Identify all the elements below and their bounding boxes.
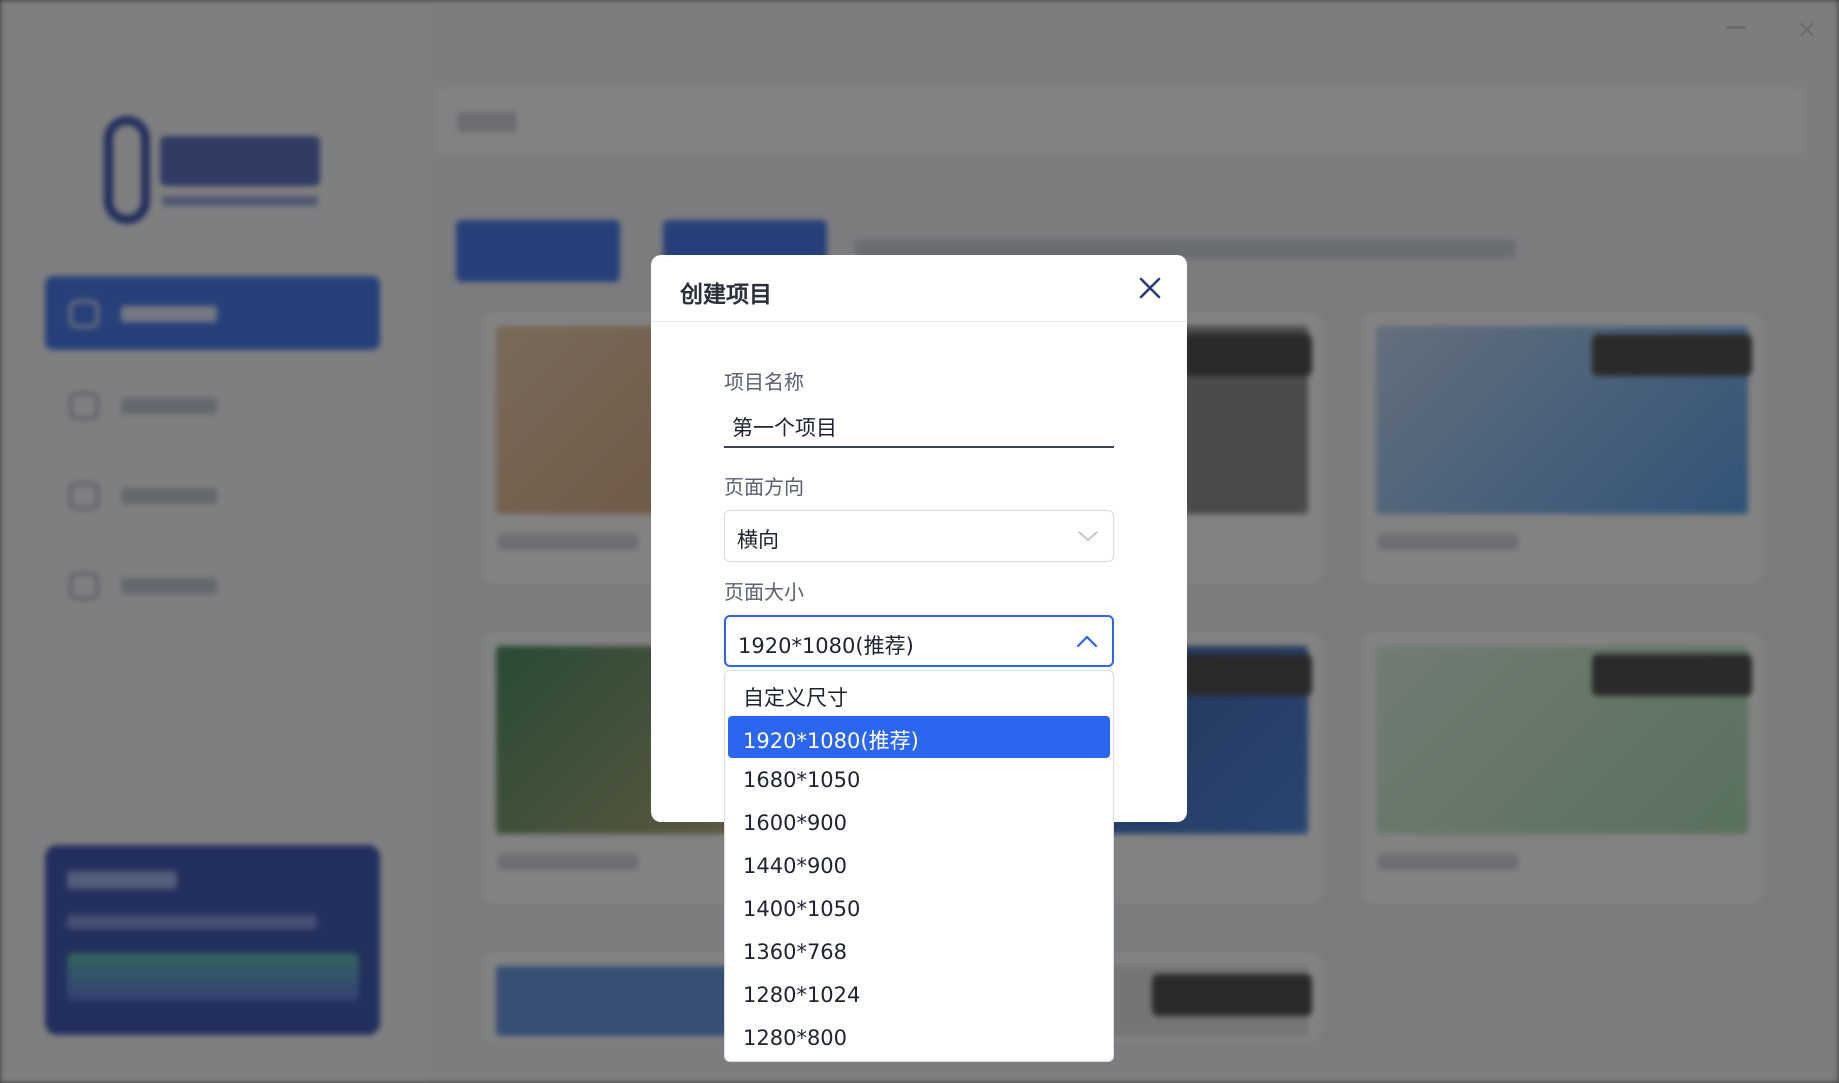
size-option-1680x1050[interactable]: 1680*1050: [728, 759, 1110, 801]
size-option-1920x1080[interactable]: 1920*1080(推荐): [728, 716, 1110, 758]
window-close-button[interactable]: ×: [1796, 17, 1818, 41]
size-option-custom[interactable]: 自定义尺寸: [728, 673, 1110, 715]
dialog-header: 创建项目: [651, 255, 1187, 322]
window-minimize-button[interactable]: [1726, 26, 1746, 29]
size-option-label: 1280*800: [743, 1026, 848, 1050]
size-option-label: 1440*900: [743, 854, 848, 878]
size-option-1360x768[interactable]: 1360*768: [728, 931, 1110, 973]
size-option-label: 1280*1024: [743, 983, 861, 1007]
orientation-value: 横向: [737, 528, 779, 552]
size-option-label: 1920*1080(推荐): [743, 729, 919, 753]
page-size-dropdown: 自定义尺寸 1920*1080(推荐) 1680*1050 1600*900 1…: [724, 670, 1114, 1062]
size-option-label: 1400*1050: [743, 897, 861, 921]
size-option-1400x1050[interactable]: 1400*1050: [728, 888, 1110, 930]
project-name-label: 项目名称: [724, 370, 804, 394]
size-option-label: 1600*900: [743, 811, 848, 835]
orientation-select[interactable]: 横向: [724, 510, 1114, 562]
page-size-label: 页面大小: [724, 580, 804, 604]
size-option-1600x900[interactable]: 1600*900: [728, 802, 1110, 844]
size-option-1280x800[interactable]: 1280*800: [728, 1017, 1110, 1059]
size-option-label: 自定义尺寸: [743, 686, 848, 710]
size-option-label: 1680*1050: [743, 768, 861, 792]
dialog-title: 创建项目: [680, 282, 772, 308]
orientation-label: 页面方向: [724, 475, 804, 499]
chevron-up-icon: [1076, 635, 1098, 648]
page-size-value: 1920*1080(推荐): [738, 634, 914, 658]
size-option-1280x1024[interactable]: 1280*1024: [728, 974, 1110, 1016]
page-size-select[interactable]: 1920*1080(推荐): [724, 615, 1114, 667]
size-option-label: 1360*768: [743, 940, 848, 964]
chevron-down-icon: [1078, 531, 1098, 542]
project-name-input[interactable]: [724, 407, 1114, 448]
size-option-1440x900[interactable]: 1440*900: [728, 845, 1110, 887]
close-icon[interactable]: [1137, 275, 1163, 301]
